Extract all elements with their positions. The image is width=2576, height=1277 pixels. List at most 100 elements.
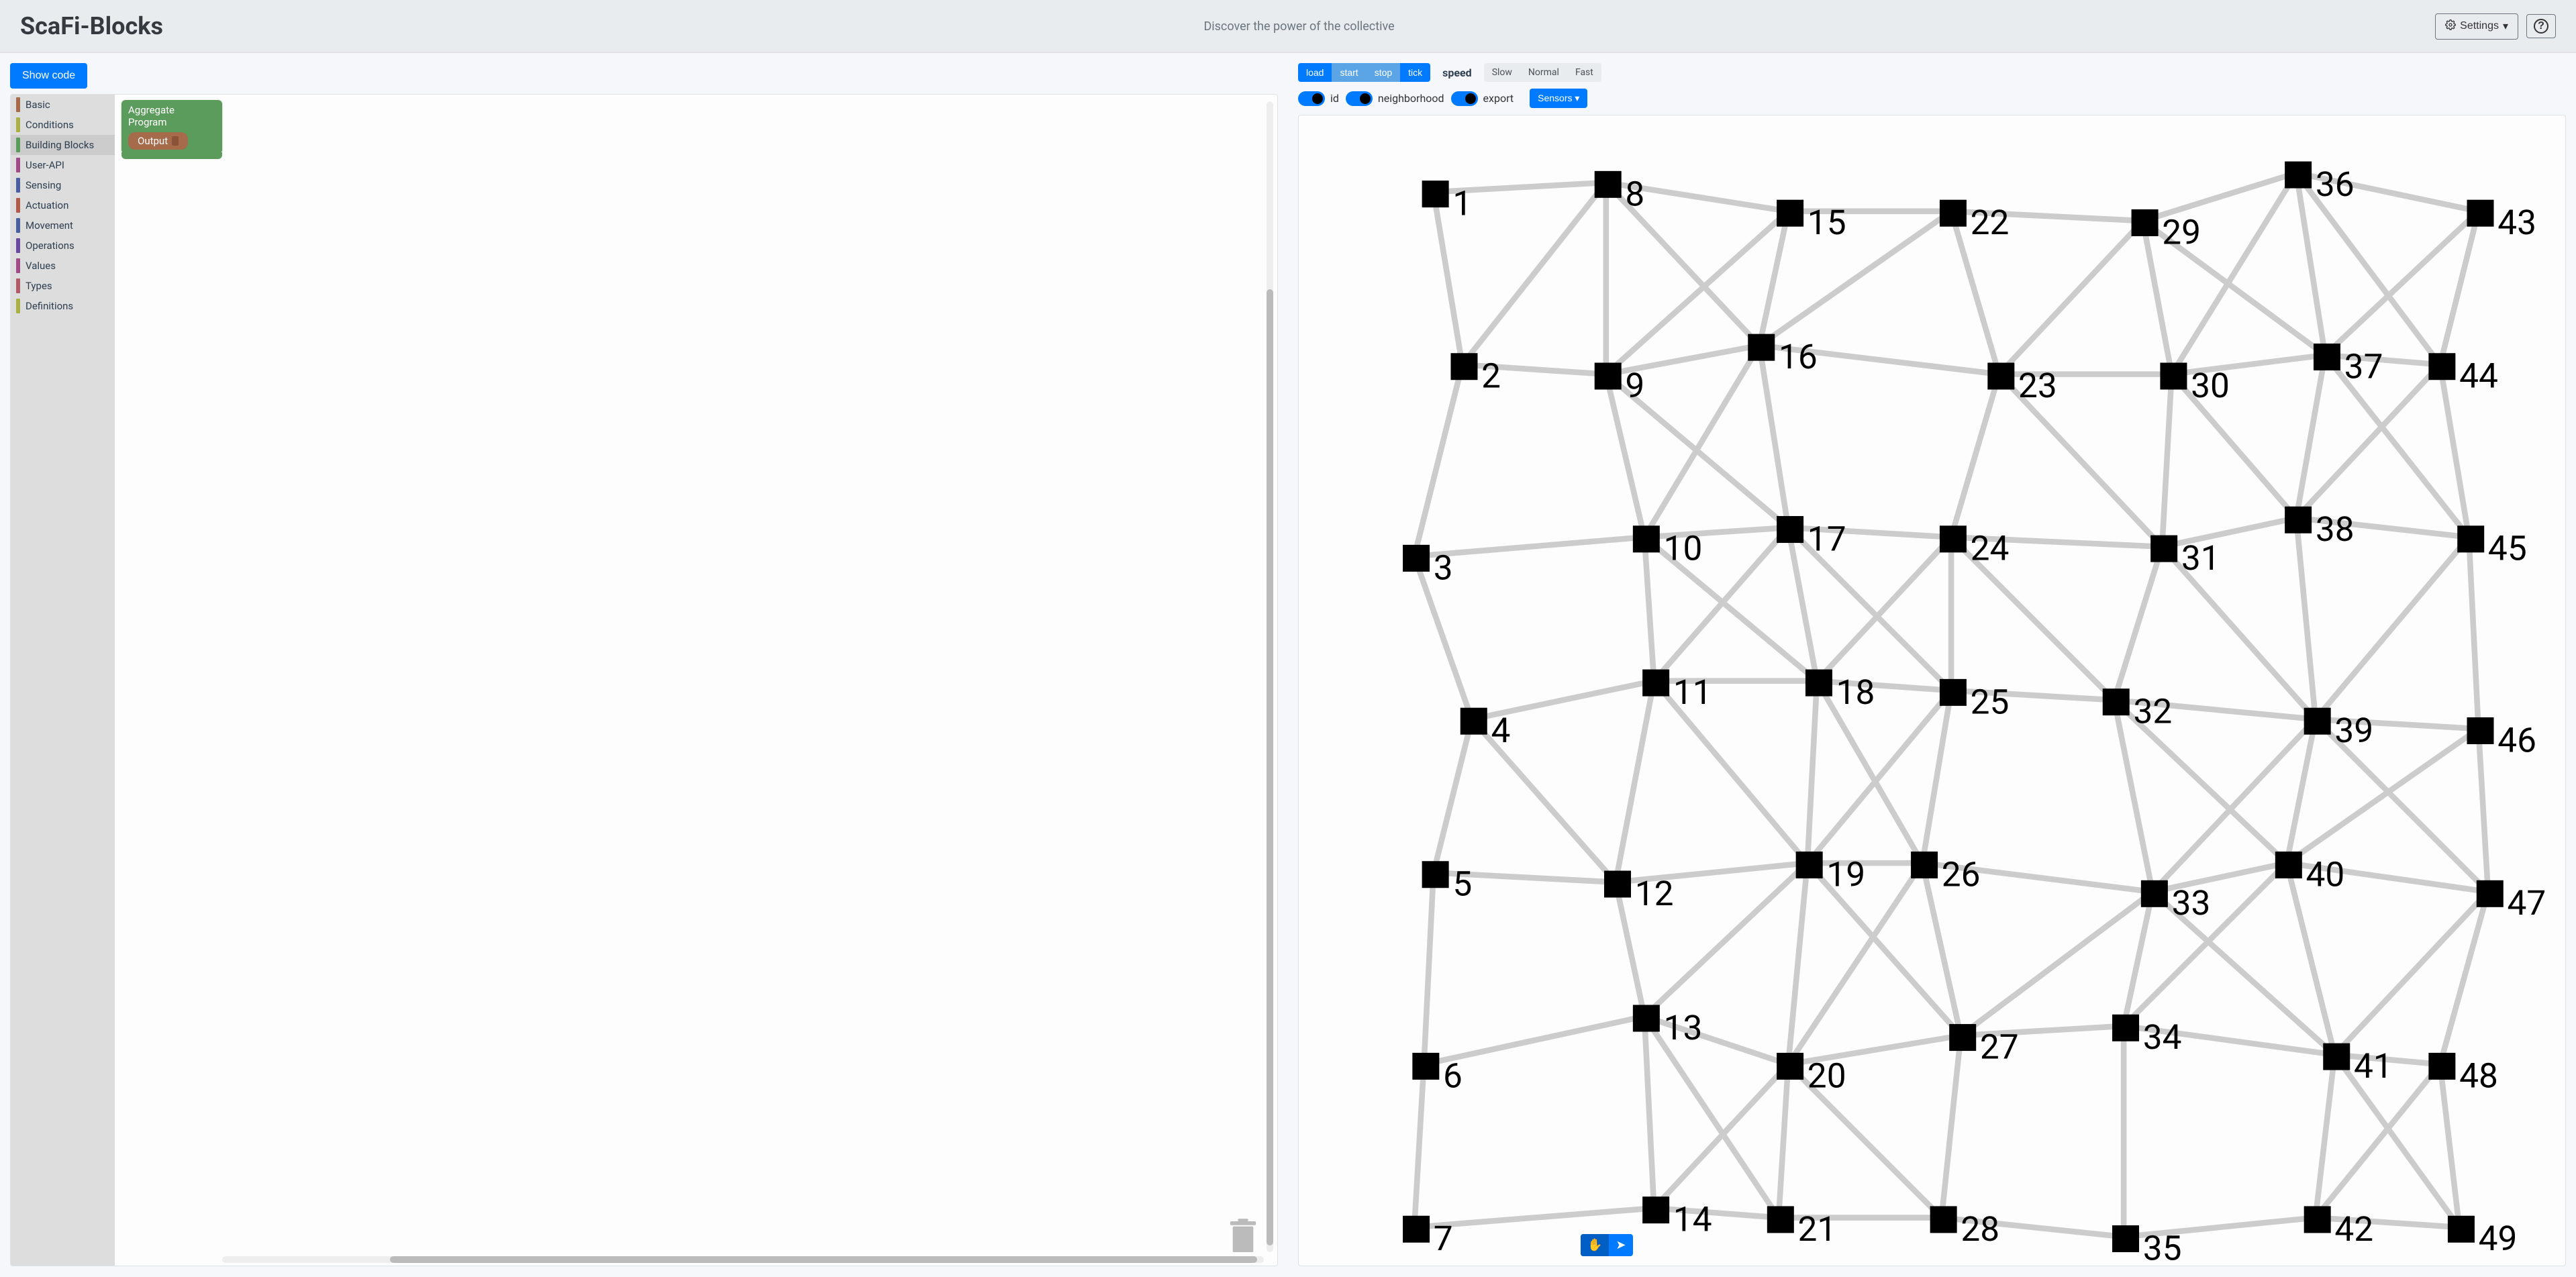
app-header: ScaFi-Blocks Discover the power of the c… [0, 0, 2576, 53]
graph-node-33[interactable]: 33 [2141, 880, 2211, 923]
category-label: Types [26, 280, 52, 292]
graph-edge [2479, 729, 2488, 892]
graph-node-26[interactable]: 26 [1911, 852, 1981, 895]
vertical-scrollbar[interactable] [1267, 101, 1273, 1252]
output-block[interactable]: Output [128, 132, 188, 150]
graph-node-25[interactable]: 25 [1940, 679, 2010, 722]
blockly-workspace[interactable]: BasicConditionsBuilding Blocks User-API Se… [10, 94, 1278, 1266]
pan-tool-button[interactable]: ✋ [1581, 1234, 1609, 1256]
hand-icon: ✋ [1587, 1238, 1602, 1252]
category-color-bar [16, 299, 20, 313]
category-color-bar [16, 218, 20, 233]
block-canvas[interactable]: Aggregate Program Output [115, 95, 1277, 1266]
aggregate-program-block[interactable]: Aggregate Program Output [121, 100, 222, 159]
toolbox-category-sensing[interactable]: Sensing [11, 175, 115, 195]
sensors-button[interactable]: Sensors ▾ [1530, 89, 1587, 108]
graph-node-47[interactable]: 47 [2477, 880, 2546, 923]
horizontal-scrollbar[interactable] [222, 1256, 1264, 1263]
graph-node-38[interactable]: 38 [2285, 507, 2355, 550]
graph-node-1[interactable]: 1 [1422, 181, 1473, 223]
right-panel: load start stop tick speed SlowNormalFas… [1288, 53, 2576, 1276]
node-label: 27 [1980, 1026, 2019, 1067]
toggle-id[interactable] [1298, 91, 1325, 106]
toolbox-category-operations[interactable]: Operations [11, 236, 115, 256]
stop-button[interactable]: stop [1367, 63, 1400, 82]
settings-button[interactable]: Settings ▾ [2435, 13, 2518, 40]
graph-node-48[interactable]: 48 [2428, 1053, 2498, 1096]
load-button[interactable]: load [1298, 63, 1332, 82]
node-label: 22 [1971, 202, 2010, 243]
graph-node-40[interactable]: 40 [2275, 852, 2345, 895]
speed-group[interactable]: SlowNormalFast [1484, 63, 1601, 82]
graph-node-23[interactable]: 23 [1987, 363, 2057, 406]
graph-edge [1999, 221, 2142, 374]
graph-node-11[interactable]: 11 [1642, 670, 1712, 713]
toolbox-category-user-api[interactable]: User-API [11, 155, 115, 175]
graph-node-44[interactable]: 44 [2428, 353, 2498, 396]
node-label: 7 [1434, 1218, 1453, 1259]
block-outer-label: Aggregate Program [128, 104, 215, 128]
graph-node-17[interactable]: 17 [1777, 516, 1846, 559]
graph-node-43[interactable]: 43 [2467, 200, 2537, 243]
category-label: User-API [26, 159, 64, 171]
toolbox-category-values[interactable]: Values [11, 256, 115, 276]
graph-node-37[interactable]: 37 [2314, 344, 2383, 387]
node-label: 31 [2181, 538, 2220, 578]
graph-node-32[interactable]: 32 [2103, 688, 2173, 731]
select-tool-button[interactable]: ➤ [1609, 1234, 1632, 1256]
graph-node-42[interactable]: 42 [2304, 1206, 2374, 1249]
graph-node-29[interactable]: 29 [2132, 209, 2201, 252]
graph-node-21[interactable]: 21 [1767, 1206, 1837, 1249]
node-label: 11 [1673, 672, 1712, 713]
node-label: 41 [2354, 1045, 2393, 1086]
toolbox-category-movement[interactable]: Movement [11, 215, 115, 236]
graph-edge [2325, 211, 2479, 355]
node-label: 6 [1443, 1055, 1463, 1096]
network-graph[interactable]: 1234567891011121314151617181920212223242… [1298, 115, 2566, 1266]
graph-edge [1807, 681, 1817, 863]
graph-edge [2287, 729, 2479, 863]
graph-edge [1654, 1064, 1788, 1208]
graph-node-12[interactable]: 12 [1604, 871, 1674, 914]
node-label: 19 [1826, 854, 1865, 895]
graph-node-7[interactable]: 7 [1403, 1216, 1453, 1259]
toggle-neighborhood[interactable] [1346, 91, 1373, 106]
node-label: 23 [2018, 365, 2057, 406]
graph-node-22[interactable]: 22 [1940, 200, 2010, 243]
toolbox-category-actuation[interactable]: Actuation [11, 195, 115, 215]
speed-option-fast[interactable]: Fast [1567, 63, 1601, 82]
graph-node-36[interactable]: 36 [2285, 162, 2355, 205]
graph-node-3[interactable]: 3 [1403, 545, 1453, 588]
toggle-export[interactable] [1451, 91, 1478, 106]
toggle-label-id: id [1330, 92, 1339, 105]
category-color-bar [16, 138, 20, 152]
speed-option-slow[interactable]: Slow [1484, 63, 1520, 82]
graph-node-31[interactable]: 31 [2150, 535, 2220, 578]
graph-node-14[interactable]: 14 [1642, 1196, 1712, 1239]
category-label: Operations [26, 240, 75, 252]
toolbox-category-types[interactable]: Types [11, 276, 115, 296]
tick-button[interactable]: tick [1400, 63, 1430, 82]
node-label: 24 [1971, 528, 2010, 569]
graph-node-8[interactable]: 8 [1595, 171, 1645, 214]
node-label: 39 [2334, 710, 2373, 751]
graph-node-9[interactable]: 9 [1595, 363, 1645, 406]
graph-node-39[interactable]: 39 [2304, 708, 2374, 751]
graph-node-35[interactable]: 35 [2112, 1225, 2182, 1266]
toolbox-category-building-blocks[interactable]: Building Blocks [11, 135, 115, 155]
toggle-row: idneighborhoodexport Sensors ▾ [1298, 89, 2566, 108]
graph-node-49[interactable]: 49 [2448, 1216, 2518, 1259]
help-button[interactable]: ? [2526, 14, 2556, 38]
toolbox-category-conditions[interactable]: Conditions [11, 115, 115, 135]
graph-node-28[interactable]: 28 [1930, 1206, 2000, 1249]
trash-icon[interactable] [1228, 1219, 1258, 1258]
start-button[interactable]: start [1332, 63, 1366, 82]
toolbox-category-definitions[interactable]: Definitions [11, 296, 115, 316]
toolbox-category-basic[interactable]: Basic [11, 95, 115, 115]
graph-node-16[interactable]: 16 [1748, 334, 1818, 377]
category-label: Movement [26, 219, 73, 232]
graph-node-15[interactable]: 15 [1777, 200, 1846, 243]
node-label: 44 [2459, 356, 2498, 397]
speed-option-normal[interactable]: Normal [1520, 63, 1567, 82]
show-code-button[interactable]: Show code [10, 63, 87, 89]
